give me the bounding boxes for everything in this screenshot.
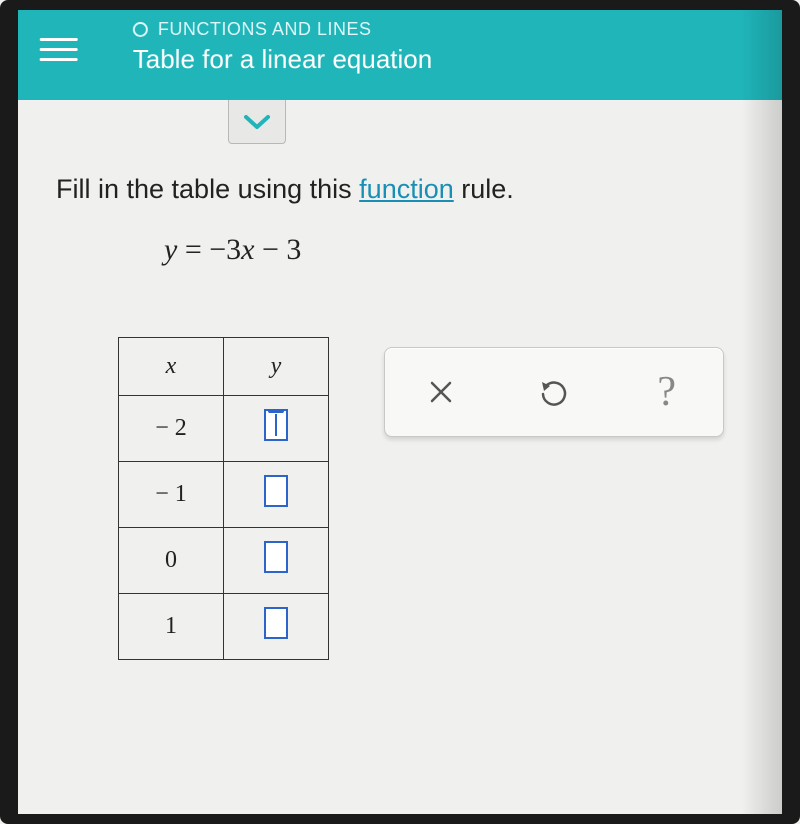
x-cell: 0: [119, 528, 224, 594]
table-row: − 1: [119, 462, 329, 528]
instruction-post: rule.: [454, 174, 514, 204]
y-input[interactable]: [264, 607, 288, 639]
y-input[interactable]: [264, 409, 288, 441]
function-link[interactable]: function: [359, 174, 454, 204]
y-input[interactable]: [264, 541, 288, 573]
main-content: Fill in the table using this function ru…: [18, 144, 782, 680]
x-cell: − 1: [119, 462, 224, 528]
x-cell: 1: [119, 594, 224, 660]
undo-icon: [538, 376, 570, 408]
y-cell: [224, 528, 329, 594]
expand-tab[interactable]: [228, 100, 286, 144]
clear-button[interactable]: [419, 370, 463, 414]
lesson-title: Table for a linear equation: [133, 44, 433, 75]
section-label: FUNCTIONS AND LINES: [158, 19, 372, 40]
instruction-text: Fill in the table using this function ru…: [56, 174, 742, 205]
chevron-down-icon: [243, 113, 271, 131]
instruction-pre: Fill in the table using this: [56, 174, 359, 204]
app-header: FUNCTIONS AND LINES Table for a linear e…: [17, 0, 782, 100]
y-cell: [224, 594, 329, 660]
title-block: FUNCTIONS AND LINES Table for a linear e…: [133, 19, 433, 75]
x-icon: [427, 378, 455, 406]
col-x-header: x: [119, 338, 224, 396]
x-cell: − 2: [119, 396, 224, 462]
help-button[interactable]: ?: [645, 370, 689, 414]
equation: y = −3x − 3: [164, 233, 742, 267]
tool-panel: ?: [384, 347, 724, 437]
col-y-header: y: [224, 338, 329, 396]
reset-button[interactable]: [532, 370, 576, 414]
table-row: − 2: [119, 396, 329, 462]
table-row: 1: [119, 594, 329, 660]
function-table: x y − 2 − 1 0 1: [118, 337, 329, 660]
table-row: 0: [119, 528, 329, 594]
y-input[interactable]: [264, 475, 288, 507]
y-cell: [224, 396, 329, 462]
y-cell: [224, 462, 329, 528]
menu-icon[interactable]: [40, 38, 78, 61]
circle-icon: [133, 22, 148, 37]
